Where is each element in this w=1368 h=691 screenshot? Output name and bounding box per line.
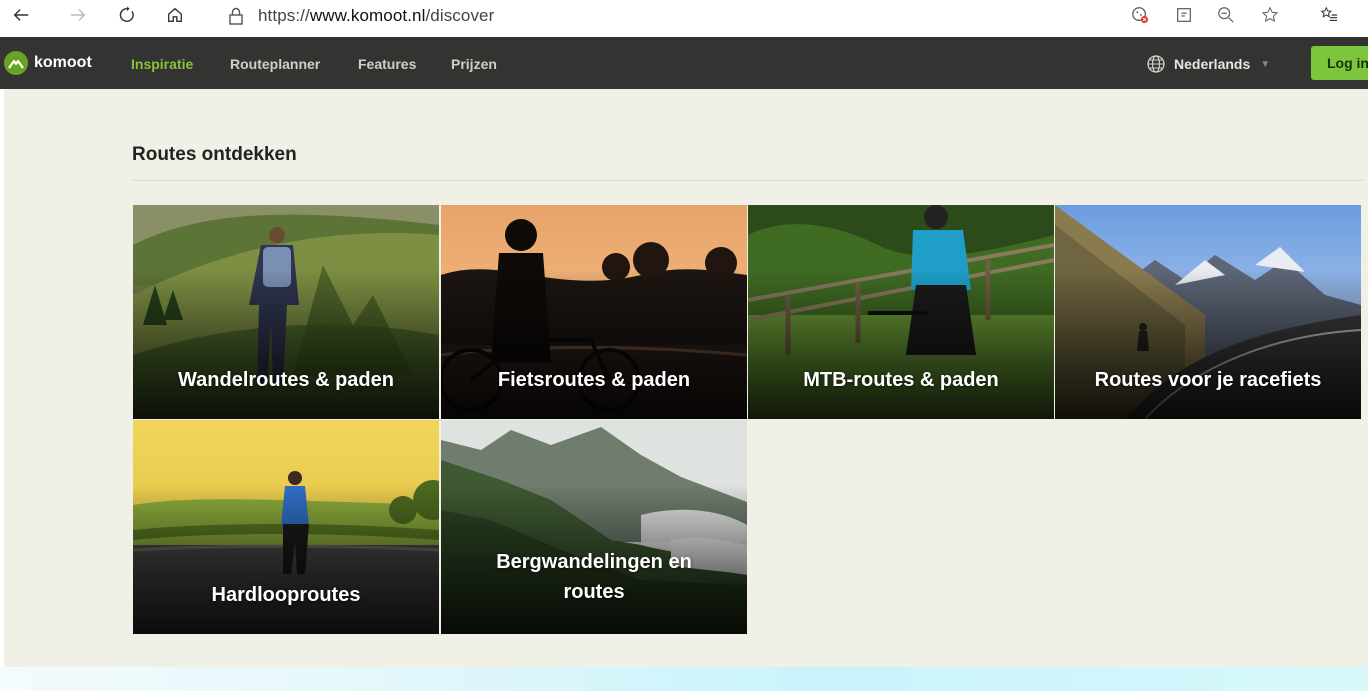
language-selector[interactable]: Nederlands ▼ [1146, 54, 1270, 74]
login-button[interactable]: Log in [1311, 46, 1368, 80]
url-path: /discover [425, 6, 495, 25]
read-aloud-icon[interactable] [1169, 0, 1199, 30]
chevron-down-icon: ▼ [1260, 58, 1271, 70]
favorites-list-icon[interactable] [1314, 0, 1344, 30]
favorite-star-icon[interactable] [1255, 0, 1285, 30]
tile-shade [133, 269, 439, 419]
site-header: komoot Inspiratie Routeplanner Features … [0, 37, 1368, 89]
browser-toolbar: https://www.komoot.nl/discover [0, 0, 1368, 34]
tile-shade [748, 269, 1054, 419]
nav-link-prijzen[interactable]: Prijzen [451, 56, 497, 72]
zoom-out-icon[interactable] [1211, 0, 1241, 30]
tile-road-bike[interactable]: Routes voor je racefiets [1055, 205, 1361, 419]
tile-running[interactable]: Hardlooproutes [133, 420, 439, 634]
tile-shade [441, 269, 747, 419]
nav-link-routeplanner[interactable]: Routeplanner [230, 56, 320, 72]
tile-label: MTB-routes & paden [803, 369, 999, 391]
tile-label: Fietsroutes & paden [497, 369, 691, 391]
url-text: https://www.komoot.nl/discover [258, 6, 494, 26]
home-icon[interactable] [160, 0, 190, 30]
tile-label: Routes voor je racefiets [1094, 369, 1322, 391]
komoot-logo[interactable]: komoot [4, 51, 92, 75]
section-title: Routes ontdekken [132, 144, 297, 165]
tile-mtb[interactable]: MTB-routes & paden [748, 205, 1054, 419]
section-divider [132, 180, 1364, 181]
nav-link-inspiratie[interactable]: Inspiratie [131, 56, 193, 72]
tile-shade [1055, 269, 1361, 419]
nav-link-features[interactable]: Features [358, 56, 416, 72]
address-bar[interactable]: https://www.komoot.nl/discover [228, 3, 494, 29]
tile-hiking[interactable]: Wandelroutes & paden [133, 205, 439, 419]
tile-label: Wandelroutes & paden [178, 369, 394, 391]
forward-icon[interactable] [63, 0, 93, 30]
tile-label: Hardlooproutes [211, 584, 361, 606]
tracking-prevention-icon[interactable] [1125, 0, 1155, 30]
tile-cycling[interactable]: Fietsroutes & paden [441, 205, 747, 419]
tile-label: Bergwandelingen en routes [496, 551, 692, 603]
brand-name: komoot [34, 54, 92, 71]
tile-shade [133, 484, 439, 634]
url-prefix: https:// [258, 6, 310, 25]
globe-icon [1147, 55, 1165, 73]
refresh-icon[interactable] [112, 0, 142, 30]
komoot-logo-icon [4, 51, 28, 75]
language-label: Nederlands [1174, 56, 1251, 72]
page-bottom-strip [0, 667, 1368, 691]
url-host: www.komoot.nl [309, 6, 426, 25]
tile-mountain-hiking[interactable]: Bergwandelingen en routes [441, 420, 747, 634]
back-icon[interactable] [6, 0, 36, 30]
lock-icon [229, 7, 243, 25]
